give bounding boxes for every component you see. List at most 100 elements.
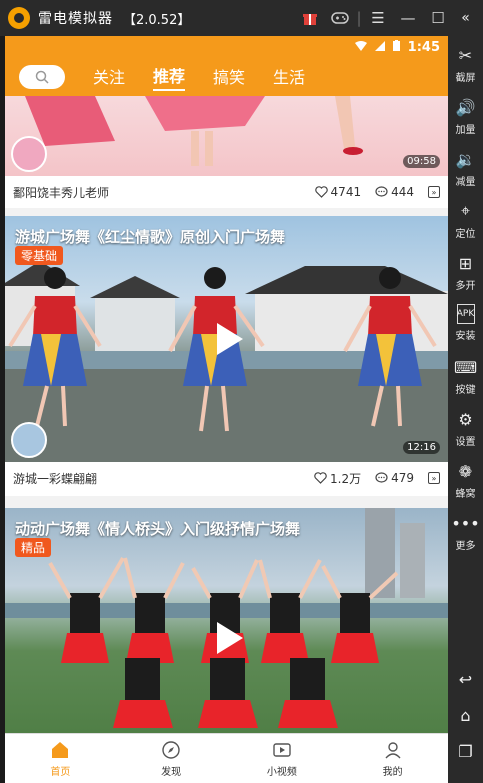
tab-recommend[interactable]: 推荐: [153, 63, 186, 91]
sidebar-screenshot[interactable]: ✂ 截屏: [448, 44, 483, 85]
android-back[interactable]: ↩: [448, 668, 483, 693]
comment-count[interactable]: 444: [375, 185, 414, 199]
video-thumbnail[interactable]: 09:58: [5, 96, 448, 176]
tab-funny[interactable]: 搞笑: [213, 64, 245, 90]
gamepad-icon[interactable]: [325, 3, 355, 33]
home-icon: [52, 741, 69, 758]
video-title: 游城广场舞《红尘情歌》原创入门广场舞: [15, 228, 286, 246]
sidebar-label: 更多: [455, 541, 476, 552]
sidebar-hive[interactable]: ❁ 蜂窝: [448, 460, 483, 501]
video-thumbnail[interactable]: 动动广场舞《情人桥头》入门级抒情广场舞 精品: [5, 508, 448, 768]
emulator-titlebar: 雷电模拟器 【2.0.52】 | ☰ — ☐ ✕: [0, 0, 483, 36]
like-count-value: 4741: [330, 185, 362, 199]
sidebar-label: 设置: [455, 437, 476, 448]
gear-icon: ⚙: [458, 409, 473, 429]
video-tag: 零基础: [15, 246, 64, 265]
tab-follow[interactable]: 关注: [93, 64, 125, 90]
like-count[interactable]: 4741: [314, 185, 362, 199]
video-card[interactable]: 09:58 鄱阳饶丰秀儿老师 4741 444 »: [5, 96, 448, 208]
search-icon: [35, 70, 49, 84]
volume-up-icon: 🔊: [455, 97, 476, 117]
bottom-nav: 首页 发现 小视频 我的: [5, 733, 448, 783]
sidebar-install[interactable]: APK 安装: [448, 304, 483, 342]
top-nav: 关注 推荐 搞笑 生活: [5, 58, 448, 96]
comment-count-value: 444: [391, 185, 414, 199]
collapse-sidebar-icon[interactable]: «: [448, 0, 483, 36]
sidebar-label: 截屏: [455, 73, 476, 84]
comment-count[interactable]: 479: [375, 471, 414, 485]
play-icon[interactable]: [207, 319, 247, 359]
video-duration: 12:16: [403, 441, 440, 454]
avatar[interactable]: [11, 136, 47, 172]
android-home[interactable]: ⌂: [448, 704, 483, 729]
menu-icon[interactable]: ☰: [363, 3, 393, 33]
emulator-logo-icon: [8, 7, 30, 29]
gift-icon[interactable]: [295, 3, 325, 33]
search-button[interactable]: [19, 65, 65, 89]
nav-me[interactable]: 我的: [337, 734, 448, 783]
volume-down-icon: 🔉: [455, 149, 476, 169]
sidebar-more[interactable]: ••• 更多: [448, 512, 483, 553]
comment-count-value: 479: [391, 471, 414, 485]
back-icon: ↩: [458, 669, 473, 689]
video-icon: [273, 742, 291, 757]
location-icon: ⌖: [460, 201, 470, 220]
battery-icon: [392, 39, 400, 55]
sidebar-keys[interactable]: ⌨ 按键: [448, 356, 483, 397]
sidebar-volume-up[interactable]: 🔊 加量: [448, 96, 483, 137]
video-thumbnail[interactable]: 游城广场舞《红尘情歌》原创入门广场舞 零基础 12:16: [5, 216, 448, 462]
sidebar-label: 定位: [455, 229, 476, 240]
separator: |: [356, 9, 362, 27]
nav-short-video-label: 小视频: [266, 766, 297, 778]
minimize-icon[interactable]: —: [393, 3, 423, 33]
sidebar-label: 减量: [455, 177, 476, 188]
nav-home[interactable]: 首页: [5, 734, 116, 783]
wifi-icon: [354, 40, 367, 55]
sidebar-multi[interactable]: ⊞ 多开: [448, 252, 483, 293]
avatar[interactable]: [11, 422, 47, 458]
scissors-icon: ✂: [458, 45, 473, 65]
multi-instance-icon: ⊞: [458, 253, 473, 273]
comment-icon: [375, 472, 388, 483]
video-duration: 09:58: [403, 155, 440, 168]
video-card[interactable]: 游城广场舞《红尘情歌》原创入门广场舞 零基础 12:16 游城一彩蝶翩翩 1.2…: [5, 216, 448, 496]
nav-discover[interactable]: 发现: [116, 734, 227, 783]
like-count[interactable]: 1.2万: [314, 470, 361, 487]
sidebar-label: 多开: [455, 281, 476, 292]
author-name[interactable]: 游城一彩蝶翩翩: [13, 470, 300, 487]
apk-icon: APK: [456, 304, 475, 324]
like-count-value: 1.2万: [330, 471, 362, 486]
sidebar-volume-down[interactable]: 🔉 减量: [448, 148, 483, 189]
nav-me-label: 我的: [382, 766, 403, 778]
video-title: 动动广场舞《情人桥头》入门级抒情广场舞: [15, 520, 301, 538]
video-feed[interactable]: 09:58 鄱阳饶丰秀儿老师 4741 444 » 游城广场舞《红尘情歌》原创入…: [5, 96, 448, 768]
sidebar-settings[interactable]: ⚙ 设置: [448, 408, 483, 449]
nav-short-video[interactable]: 小视频: [227, 734, 338, 783]
bee-icon: ❁: [458, 461, 473, 481]
emulator-sidebar: ✂ 截屏 🔊 加量 🔉 减量 ⌖ 定位 ⊞ 多开 APK 安装 ⌨ 按键 ⚙ 设…: [448, 36, 483, 783]
clock: 1:45: [407, 39, 440, 55]
share-icon[interactable]: »: [428, 186, 440, 198]
share-icon[interactable]: »: [428, 472, 440, 484]
keyboard-icon: ⌨: [453, 357, 478, 377]
emulator-title: 雷电模拟器: [38, 11, 113, 27]
sidebar-location[interactable]: ⌖ 定位: [448, 200, 483, 240]
heart-icon: [314, 472, 327, 484]
tab-life[interactable]: 生活: [273, 64, 305, 90]
phone-screen: 1:45 关注 推荐 搞笑 生活 09:58 鄱阳饶丰秀儿老师 4741 444…: [5, 36, 448, 783]
comment-icon: [375, 186, 388, 197]
recents-icon: ❐: [458, 741, 473, 761]
heart-icon: [314, 186, 328, 198]
play-icon[interactable]: [207, 618, 247, 658]
nav-discover-label: 发现: [161, 766, 182, 778]
video-card[interactable]: 动动广场舞《情人桥头》入门级抒情广场舞 精品: [5, 508, 448, 768]
signal-icon: [374, 40, 385, 55]
emulator-version: 【2.0.52】: [123, 12, 191, 28]
video-meta: 鄱阳饶丰秀儿老师 4741 444 »: [5, 176, 448, 208]
video-meta: 游城一彩蝶翩翩 1.2万 479 »: [5, 462, 448, 494]
home-icon: ⌂: [460, 705, 471, 725]
android-recents[interactable]: ❐: [448, 740, 483, 765]
author-name[interactable]: 鄱阳饶丰秀儿老师: [13, 184, 301, 201]
sidebar-label: 加量: [455, 125, 476, 136]
compass-icon: [162, 740, 180, 759]
